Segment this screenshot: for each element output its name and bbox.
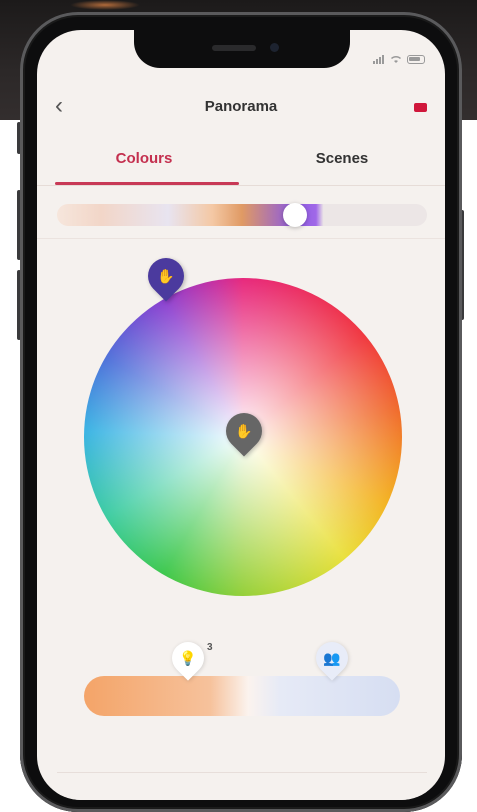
status-bar <box>373 55 425 64</box>
app-screen: ‹ Panorama Colours Scenes ✋ ✋ 💡 3 👥 <box>37 30 445 800</box>
hand-icon: ✋ <box>157 268 175 284</box>
page-title: Panorama <box>204 98 278 115</box>
hand-icon: ✋ <box>235 423 253 439</box>
tab-bar: Colours Scenes <box>37 142 445 186</box>
colour-slider-thumb[interactable] <box>283 203 307 227</box>
background-light-glow <box>70 0 140 10</box>
warm-light-pin[interactable]: 💡 <box>165 635 211 681</box>
notch <box>134 30 350 68</box>
signal-icon <box>373 55 384 64</box>
tab-divider <box>37 185 445 186</box>
battery-icon <box>407 55 425 64</box>
tab-scenes[interactable]: Scenes <box>267 150 417 167</box>
temperature-slider-track[interactable] <box>84 676 400 716</box>
wifi-icon <box>390 56 402 63</box>
tab-colours[interactable]: Colours <box>69 150 219 167</box>
red-flag-icon[interactable] <box>414 103 427 112</box>
front-camera <box>270 43 279 52</box>
bulb-icon: 💡 <box>179 650 197 666</box>
light-count-badge: 3 <box>207 642 213 653</box>
colour-slider-track[interactable] <box>57 204 427 226</box>
bottom-card <box>57 772 427 800</box>
group-icon: 👥 <box>323 650 341 666</box>
app-header: ‹ Panorama <box>37 90 445 122</box>
cool-group-pin[interactable]: 👥 <box>309 635 355 681</box>
section-divider <box>37 238 445 239</box>
speaker-grille <box>212 45 256 51</box>
